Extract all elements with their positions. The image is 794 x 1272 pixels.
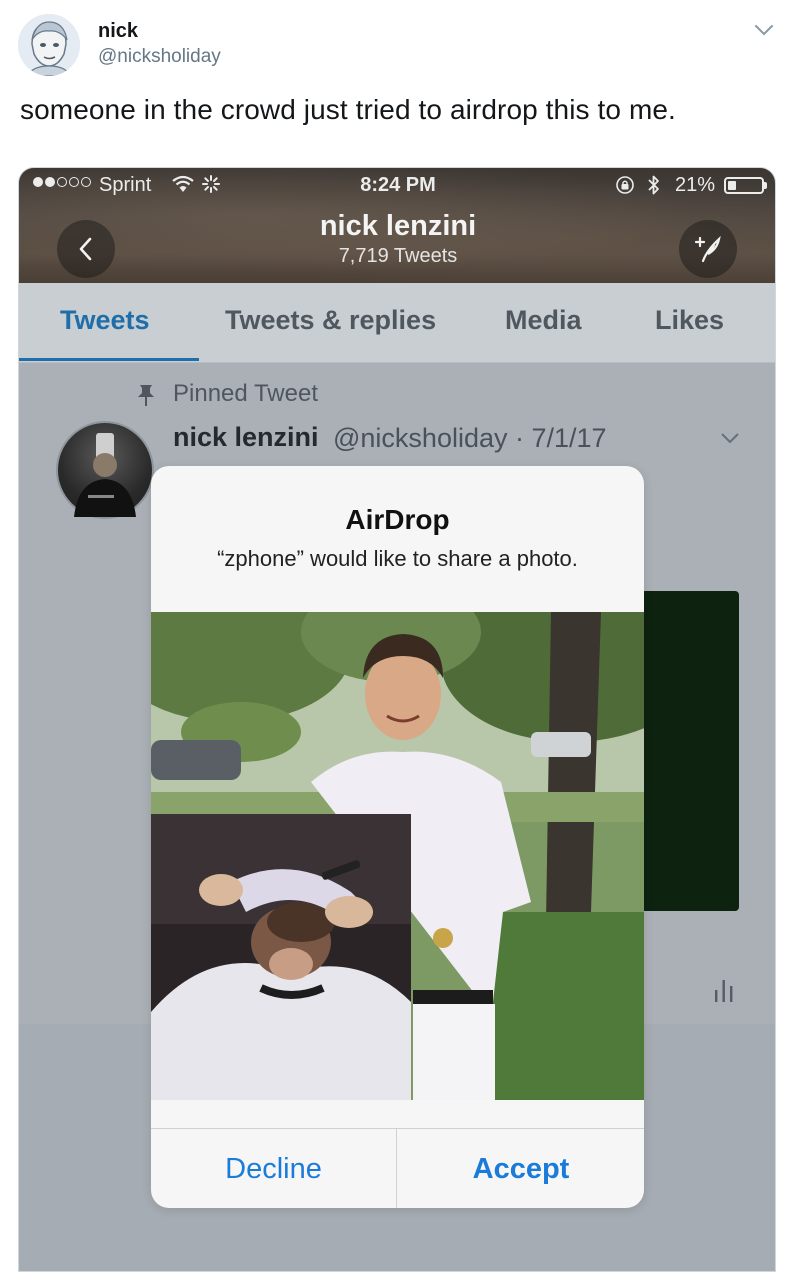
airdrop-actions: Decline Accept [151,1128,644,1208]
tab-likes[interactable]: Likes [655,305,724,336]
pinned-tweet-label: Pinned Tweet [173,380,318,407]
tab-tweets-and-replies[interactable]: Tweets & replies [225,305,436,336]
accept-button[interactable]: Accept [398,1129,644,1208]
author-handle[interactable]: @nicksholiday [98,46,221,68]
profile-tabs: Tweets Tweets & replies Media Likes [19,283,775,363]
airdrop-title: AirDrop [345,504,450,535]
bluetooth-icon [647,174,661,196]
decline-button[interactable]: Decline [151,1129,397,1208]
author-name[interactable]: nick [98,20,138,43]
author-avatar[interactable] [18,14,80,76]
pin-icon [135,383,157,407]
tab-tweets[interactable]: Tweets [60,305,150,336]
pinned-tweet-handle-date: @nicksholiday · 7/1/17 [333,423,607,453]
status-time: 8:24 PM [360,174,436,196]
attached-screenshot[interactable]: Sprint 8:24 PM 21% nick lenzini 7,719 Tw… [18,167,776,1272]
pinned-tweet-author[interactable]: nick lenzini [173,422,319,453]
chevron-down-icon[interactable] [752,18,776,42]
tab-media[interactable]: Media [505,305,582,336]
pinned-tweet-avatar[interactable] [56,421,154,519]
profile-tweet-count: 7,719 Tweets [338,245,458,267]
airdrop-message: “zphone” would like to share a photo. [217,546,578,571]
analytics-icon[interactable] [713,976,735,1004]
chevron-down-icon[interactable] [719,430,741,446]
battery-icon [724,177,764,194]
battery-percent: 21% [675,174,716,196]
airdrop-photo-preview [151,612,644,1100]
status-bar: Sprint 8:24 PM 21% [19,168,775,204]
profile-name: nick lenzini [319,210,477,242]
tweet-text: someone in the crowd just tried to airdr… [20,94,676,125]
battery-nub [764,182,767,189]
active-tab-indicator [19,358,199,361]
orientation-lock-icon [615,175,635,195]
pinned-tweet-media[interactable] [641,591,739,911]
compose-feather-icon [694,235,721,263]
airdrop-dialog: AirDrop “zphone” would like to share a p… [151,466,644,1208]
compose-button[interactable] [679,220,737,278]
tweet-header: nick @nicksholiday [0,0,794,90]
